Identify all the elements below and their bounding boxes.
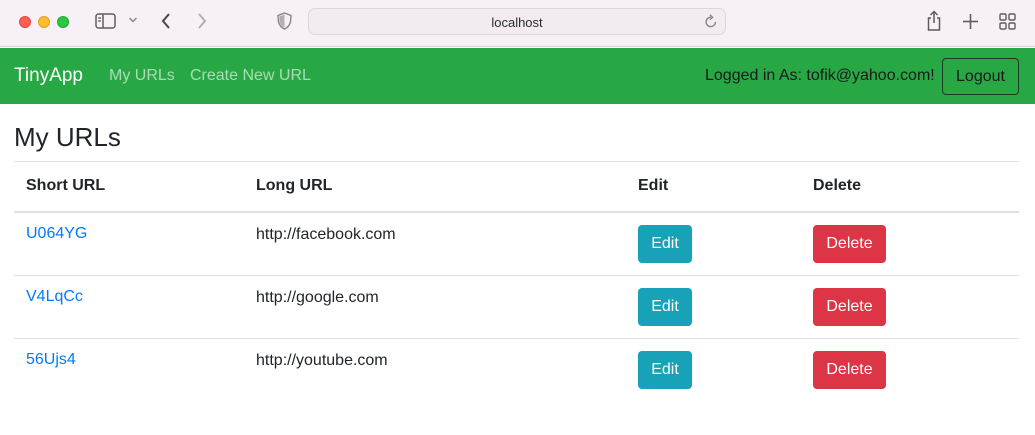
page-title: My URLs: [14, 122, 121, 152]
short-url-link[interactable]: V4LqCc: [26, 288, 83, 305]
logout-button[interactable]: Logout: [942, 58, 1019, 95]
short-url-link[interactable]: 56Ujs4: [26, 351, 76, 368]
long-url-cell: http://facebook.com: [244, 211, 626, 275]
edit-button[interactable]: Edit: [638, 224, 692, 263]
edit-button[interactable]: Edit: [638, 287, 692, 326]
long-url-cell: http://google.com: [244, 274, 626, 338]
chevron-down-icon[interactable]: [128, 16, 138, 24]
reload-icon[interactable]: [704, 13, 718, 29]
table-row: U064YG http://facebook.com Edit Delete: [14, 211, 1019, 275]
table-header-row: Short URL Long URL Edit Delete: [14, 161, 1019, 213]
sidebar-toggle-icon[interactable]: [95, 12, 116, 30]
address-text: localhost: [491, 15, 543, 30]
shield-icon[interactable]: [277, 12, 292, 30]
back-icon[interactable]: [160, 12, 172, 30]
close-window-button[interactable]: [19, 16, 31, 28]
brand-link[interactable]: TinyApp: [14, 65, 83, 87]
forward-icon[interactable]: [196, 12, 208, 30]
nav-my-urls[interactable]: My URLs: [109, 67, 175, 85]
navbar: TinyApp My URLs Create New URL Logged in…: [0, 48, 1035, 104]
nav-create-new-url[interactable]: Create New URL: [190, 67, 311, 85]
table-row: 56Ujs4 http://youtube.com Edit Delete: [14, 337, 1019, 401]
delete-button[interactable]: Delete: [813, 287, 886, 326]
column-header-long-url: Long URL: [244, 161, 626, 213]
share-icon[interactable]: [926, 10, 942, 32]
column-header-short-url: Short URL: [14, 161, 244, 213]
browser-toolbar: localhost: [0, 0, 1035, 47]
logged-in-text: Logged in As: tofik@yahoo.com!: [705, 67, 935, 84]
tab-overview-icon[interactable]: [999, 13, 1016, 30]
plus-icon[interactable]: [962, 13, 979, 30]
edit-button[interactable]: Edit: [638, 350, 692, 389]
table-row: V4LqCc http://google.com Edit Delete: [14, 274, 1019, 338]
urls-table: Short URL Long URL Edit Delete U064YG ht…: [14, 161, 1019, 401]
long-url-cell: http://youtube.com: [244, 337, 626, 401]
minimize-window-button[interactable]: [38, 16, 50, 28]
delete-button[interactable]: Delete: [813, 350, 886, 389]
column-header-delete: Delete: [801, 161, 1019, 213]
zoom-window-button[interactable]: [57, 16, 69, 28]
address-bar[interactable]: localhost: [308, 8, 726, 35]
short-url-link[interactable]: U064YG: [26, 225, 87, 242]
delete-button[interactable]: Delete: [813, 224, 886, 263]
column-header-edit: Edit: [626, 161, 801, 213]
